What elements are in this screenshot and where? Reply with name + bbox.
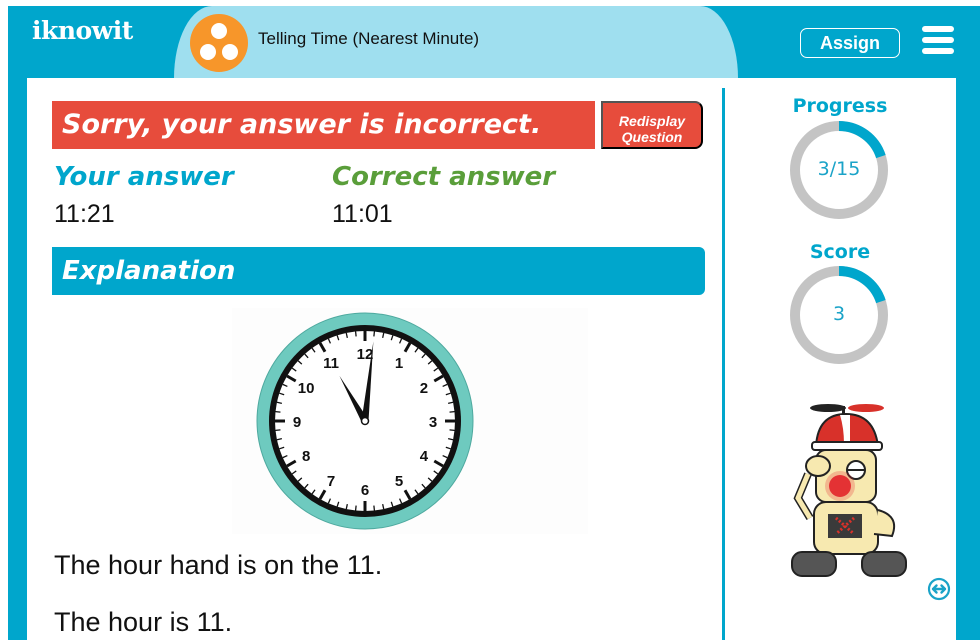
explanation-heading: Explanation	[52, 247, 705, 295]
clock-number: 7	[327, 473, 335, 490]
redisplay-label-1: Redisplay	[618, 113, 686, 129]
clock-number: 3	[429, 414, 437, 431]
clock-tick	[275, 410, 281, 413]
explanation-line: The hour hand is on the 11.	[54, 550, 383, 580]
robot-mascot	[791, 404, 907, 577]
clock-tick	[354, 505, 357, 511]
expand-arrows-icon[interactable]	[927, 577, 951, 601]
clock-tick	[373, 505, 376, 511]
correct-answer-label: Correct answer	[332, 162, 556, 192]
iknowit-logo[interactable]: iknowit	[32, 16, 133, 45]
clock-number: 1	[395, 355, 403, 372]
clock-pivot	[360, 416, 370, 426]
incorrect-banner: Sorry, your answer is incorrect.	[52, 101, 595, 149]
logo-text: iknowit	[32, 16, 133, 45]
clock-tick	[373, 331, 376, 337]
clock-number: 6	[361, 482, 369, 499]
three-dots-icon	[190, 14, 248, 72]
assign-button[interactable]: Assign	[800, 28, 900, 58]
progress-value: 3/15	[817, 158, 861, 180]
analog-clock: 121234567891011	[256, 312, 474, 530]
clock-number: 10	[298, 380, 315, 397]
explanation-line: The hour is 11.	[54, 607, 233, 637]
your-answer-value: 11:21	[54, 200, 115, 228]
clock-tick	[354, 331, 357, 337]
top-bar: iknowit Telling Time (Nearest Minute) As…	[8, 6, 980, 78]
clock-number: 11	[323, 355, 339, 372]
redisplay-question-button[interactable]: Redisplay Question	[601, 101, 703, 149]
clock-number: 5	[395, 473, 403, 490]
your-answer-label: Your answer	[54, 162, 234, 192]
clock-number: 9	[293, 414, 301, 431]
redisplay-label-2: Question	[621, 129, 683, 145]
clock-number: 4	[420, 448, 429, 465]
clock-tick	[275, 429, 281, 432]
sidebar-divider	[722, 88, 725, 640]
hamburger-menu-icon[interactable]	[922, 26, 954, 54]
clock-tick	[449, 429, 455, 432]
clock-tick	[449, 410, 455, 413]
lesson-title-pill: Telling Time (Nearest Minute)	[174, 6, 738, 78]
lesson-title: Telling Time (Nearest Minute)	[258, 29, 480, 48]
score-value: 3	[832, 303, 846, 325]
progress-label: Progress	[792, 95, 888, 117]
score-label: Score	[809, 241, 871, 263]
clock-image: 12 1 2 3 4 5 6 7 8 9 10 11	[232, 308, 588, 534]
clock-number: 2	[420, 380, 428, 397]
clock-number: 8	[302, 448, 310, 465]
correct-answer-value: 11:01	[332, 200, 393, 228]
